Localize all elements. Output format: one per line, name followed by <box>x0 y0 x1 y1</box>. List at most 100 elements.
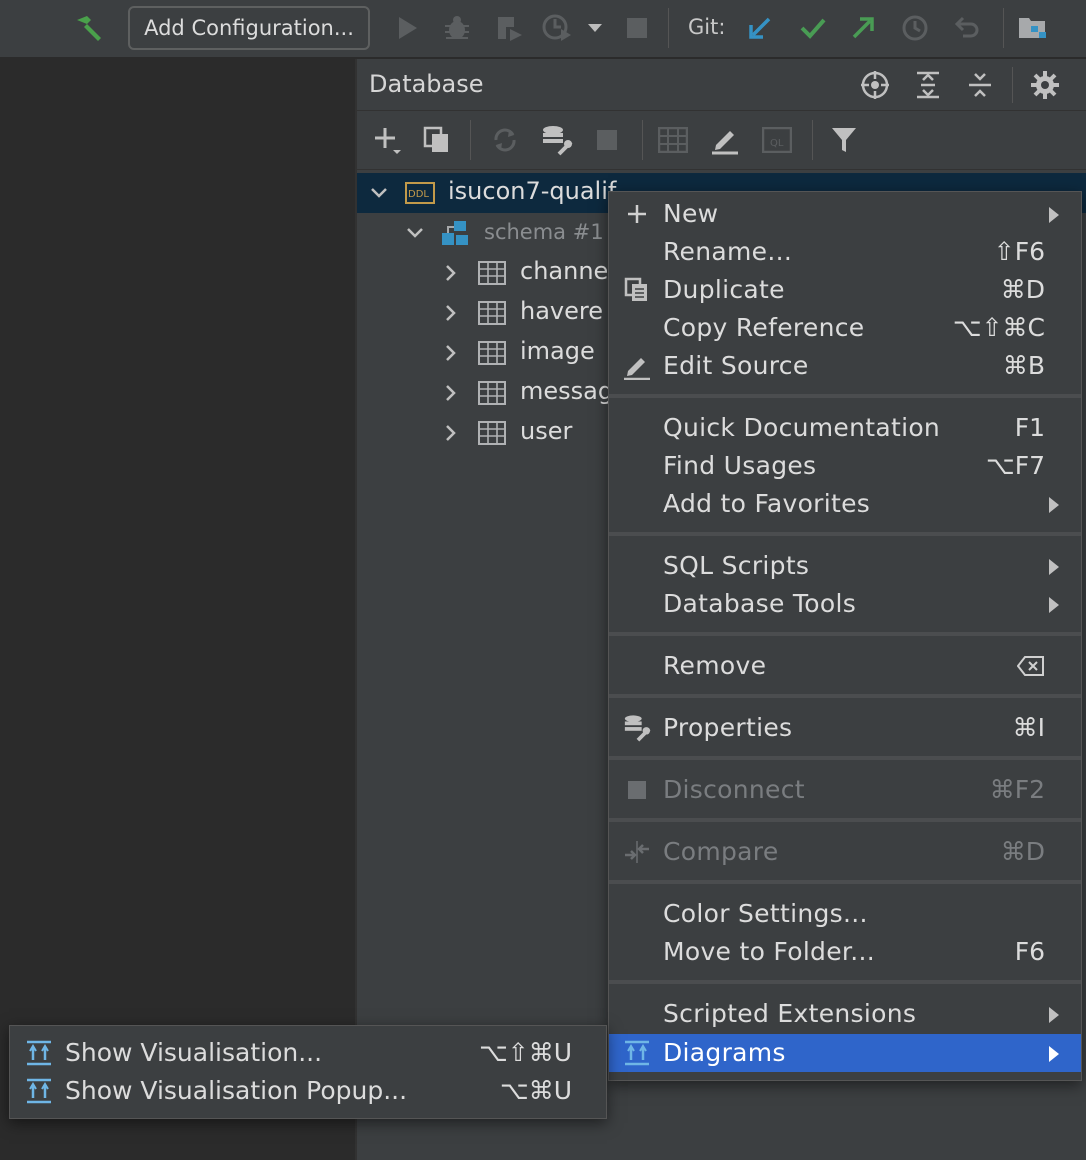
ddl-datasource-icon: DDL <box>405 178 435 208</box>
menu-separator <box>609 880 1081 884</box>
chevron-right-icon[interactable] <box>441 303 461 323</box>
menu-separator <box>609 532 1081 536</box>
schema-label: schema #1 <box>484 220 604 244</box>
menu-item-label: Properties <box>663 713 793 742</box>
submenu-item-label: Show Visualisation Popup... <box>65 1076 408 1105</box>
menu-item-quick-documentation[interactable]: Quick Documentation F1 <box>609 409 1081 447</box>
stop-icon[interactable] <box>620 10 654 46</box>
menu-item-copy-reference[interactable]: Copy Reference ⌥⇧⌘C <box>609 309 1081 347</box>
menu-item-diagrams[interactable]: Diagrams <box>609 1034 1081 1072</box>
menu-item-scripted-extensions[interactable]: Scripted Extensions <box>609 995 1081 1033</box>
chevron-right-icon[interactable] <box>441 343 461 363</box>
menu-item-find-usages[interactable]: Find Usages ⌥F7 <box>609 447 1081 485</box>
menu-item-add-to-favorites[interactable]: Add to Favorites <box>609 485 1081 523</box>
menu-item-compare[interactable]: Compare ⌘D <box>609 833 1081 871</box>
add-plus-icon[interactable] <box>369 122 405 158</box>
stop-icon[interactable] <box>589 122 625 158</box>
svg-text:QL: QL <box>770 138 784 149</box>
submenu-arrow-icon <box>1049 1046 1059 1062</box>
diagram-icon <box>24 1076 54 1106</box>
menu-item-properties[interactable]: Properties ⌘I <box>609 709 1081 747</box>
menu-item-color-settings[interactable]: Color Settings... <box>609 895 1081 933</box>
data-source-properties-icon[interactable] <box>539 122 575 158</box>
build-hammer-icon[interactable] <box>72 10 106 46</box>
edit-pencil-icon <box>623 351 651 381</box>
menu-item-remove[interactable]: Remove <box>609 647 1081 685</box>
project-structure-icon[interactable] <box>1016 10 1050 46</box>
chevron-down-icon[interactable] <box>369 183 389 203</box>
svg-text:DDL: DDL <box>408 189 429 200</box>
menu-item-sql-scripts[interactable]: SQL Scripts <box>609 547 1081 585</box>
git-label: Git: <box>688 15 726 39</box>
tree-node-table[interactable]: user <box>357 413 608 453</box>
menu-item-shortcut: F6 <box>1014 937 1045 966</box>
menu-item-shortcut: ⌘F2 <box>989 775 1045 804</box>
chevron-right-icon[interactable] <box>441 383 461 403</box>
duplicate-icon[interactable] <box>419 122 455 158</box>
menu-item-new[interactable]: New <box>609 195 1081 233</box>
tree-node-table[interactable]: messag <box>357 373 613 413</box>
history-clock-icon[interactable] <box>898 10 932 46</box>
menu-item-edit-source[interactable]: Edit Source ⌘B <box>609 347 1081 385</box>
menu-separator <box>609 818 1081 822</box>
menu-item-duplicate[interactable]: Duplicate ⌘D <box>609 271 1081 309</box>
gear-icon[interactable] <box>1027 67 1063 103</box>
submenu-arrow-icon <box>1049 207 1059 223</box>
console-ql-icon[interactable]: QL <box>759 122 795 158</box>
menu-item-database-tools[interactable]: Database Tools <box>609 585 1081 623</box>
plus-icon <box>623 199 651 229</box>
chevron-right-icon[interactable] <box>441 423 461 443</box>
toolbar-divider <box>812 120 813 160</box>
tree-node-table[interactable]: image <box>357 333 608 373</box>
run-icon[interactable] <box>390 10 424 46</box>
menu-item-label: New <box>663 199 719 228</box>
table-view-icon[interactable] <box>655 122 691 158</box>
table-label: messag <box>520 377 614 405</box>
collapse-all-icon[interactable] <box>962 67 998 103</box>
toolbar-divider <box>1003 8 1004 48</box>
menu-item-shortcut: F1 <box>1014 413 1045 442</box>
debug-icon[interactable] <box>440 10 474 46</box>
panel-header-divider <box>1012 67 1013 103</box>
tree-node-table[interactable]: havere <box>357 293 608 333</box>
panel-title: Database <box>369 70 484 98</box>
schema-icon <box>440 218 470 248</box>
rollback-icon[interactable] <box>950 10 984 46</box>
profiler-icon[interactable] <box>540 10 574 46</box>
diagram-icon <box>24 1038 54 1068</box>
menu-item-move-to-folder[interactable]: Move to Folder... F6 <box>609 933 1081 971</box>
submenu-item-show-visualisation[interactable]: Show Visualisation... ⌥⇧⌘U <box>10 1034 606 1072</box>
menu-item-label: Copy Reference <box>663 313 865 342</box>
editor-area <box>0 59 355 1160</box>
menu-item-disconnect[interactable]: Disconnect ⌘F2 <box>609 771 1081 809</box>
submenu-item-shortcut: ⌥⇧⌘U <box>478 1038 572 1067</box>
git-push-icon[interactable] <box>846 10 880 46</box>
submenu-item-show-visualisation-popup[interactable]: Show Visualisation Popup... ⌥⌘U <box>10 1072 606 1110</box>
table-icon <box>477 378 507 408</box>
edit-pencil-icon[interactable] <box>707 122 743 158</box>
filter-icon[interactable] <box>826 122 862 158</box>
expand-all-icon[interactable] <box>910 67 946 103</box>
chevron-down-icon[interactable] <box>580 10 610 46</box>
chevron-down-icon[interactable] <box>405 223 425 243</box>
menu-item-label: Add to Favorites <box>663 489 871 518</box>
main-toolbar: Add Configuration... Git: <box>0 0 1086 58</box>
submenu-arrow-icon <box>1049 559 1059 575</box>
refresh-icon[interactable] <box>487 122 523 158</box>
table-icon <box>477 258 507 288</box>
chevron-right-icon[interactable] <box>441 263 461 283</box>
tree-node-table[interactable]: channel <box>357 253 615 293</box>
menu-separator <box>609 756 1081 760</box>
menu-item-rename[interactable]: Rename... ⇧F6 <box>609 233 1081 271</box>
table-label: havere <box>520 297 603 325</box>
context-menu: New Rename... ⇧F6 Duplicate ⌘D Copy Refe… <box>608 191 1082 1081</box>
menu-item-label: Color Settings... <box>663 899 868 928</box>
crosshair-icon[interactable] <box>857 67 893 103</box>
git-update-icon[interactable] <box>743 10 777 46</box>
tree-node-schema[interactable]: schema #1 <box>357 213 608 253</box>
git-commit-check-icon[interactable] <box>796 10 830 46</box>
menu-item-label: Remove <box>663 651 767 680</box>
add-configuration-button[interactable]: Add Configuration... <box>128 6 370 50</box>
run-coverage-icon[interactable] <box>492 10 526 46</box>
toolbar-divider <box>470 120 471 160</box>
